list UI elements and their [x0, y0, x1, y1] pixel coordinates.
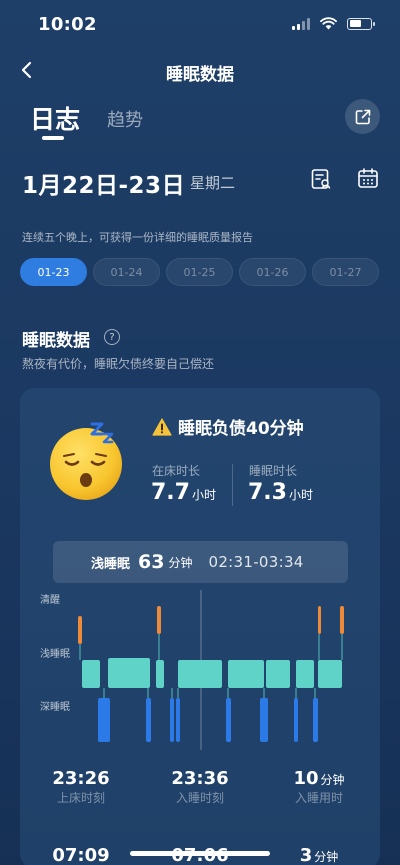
- metric-label: 上床时刻: [56, 791, 105, 805]
- sleep-debt-warning: 睡眠负债40分钟: [152, 414, 304, 439]
- metric-value: 23:36: [171, 768, 229, 789]
- home-indicator[interactable]: [130, 851, 270, 856]
- metric-bedtime: 23:26 上床时刻: [22, 768, 140, 806]
- metric-label: 入睡时刻: [175, 791, 224, 805]
- awake-segment: [157, 606, 161, 634]
- sleeping-face-icon: [50, 422, 122, 500]
- awake-segment: [78, 616, 82, 644]
- metric-value: 3 分钟: [299, 845, 339, 865]
- metric-value: 10 分钟: [293, 768, 345, 789]
- tooltip-unit: 分钟: [168, 555, 193, 570]
- light-sleep-segment: [108, 658, 150, 688]
- metric-awake-duration: 3 分钟: [260, 845, 378, 865]
- page-title: 睡眠数据: [166, 65, 234, 85]
- share-button[interactable]: [345, 99, 380, 134]
- in-bed-value: 7.7 小时: [151, 480, 216, 505]
- date-chip[interactable]: 01-23: [20, 258, 87, 286]
- deep-sleep-segments: [98, 698, 318, 742]
- light-sleep-segment: [266, 660, 290, 688]
- in-bed-label: 在床时长: [152, 464, 201, 478]
- sleep-debt-text: 睡眠负债40分钟: [178, 419, 304, 439]
- deep-sleep-segment: [294, 698, 298, 742]
- deep-sleep-segment: [176, 698, 180, 742]
- light-sleep-segment: [318, 660, 342, 688]
- tab-trend[interactable]: 趋势: [107, 106, 143, 132]
- sleep-report-icon[interactable]: [310, 168, 332, 190]
- light-sleep-segment: [178, 660, 222, 688]
- section-subtitle: 熬夜有代价，睡眠欠债终要自己偿还: [22, 357, 215, 371]
- deep-sleep-segment: [226, 698, 231, 742]
- light-sleep-segment: [296, 660, 314, 688]
- awake-segment: [340, 606, 344, 634]
- awake-segments: [78, 606, 344, 644]
- metric-label: 入睡用时: [294, 791, 343, 805]
- status-bar: 10:02: [0, 0, 400, 50]
- status-time: 10:02: [38, 14, 97, 35]
- status-icons: [292, 17, 375, 30]
- date-chip[interactable]: 01-27: [312, 258, 379, 286]
- stage-tooltip: 浅睡眠 63 分钟 02:31-03:34: [53, 541, 348, 583]
- light-sleep-segments: [82, 658, 342, 688]
- awake-segment: [318, 606, 321, 634]
- metric-value: 07:09: [52, 845, 110, 865]
- in-bed-number: 7.7: [151, 480, 190, 505]
- date-chip[interactable]: 01-24: [93, 258, 160, 286]
- deep-sleep-segment: [98, 698, 110, 742]
- cellular-signal-icon: [292, 17, 310, 30]
- asleep-number: 7.3: [248, 480, 287, 505]
- deep-sleep-segment: [146, 698, 151, 742]
- asleep-unit: 小时: [288, 488, 313, 502]
- sleep-hypnogram[interactable]: [78, 590, 368, 750]
- help-icon[interactable]: ?: [104, 329, 120, 345]
- tab-active-indicator: [42, 136, 64, 140]
- date-chip[interactable]: 01-26: [239, 258, 306, 286]
- date-chip[interactable]: 01-25: [166, 258, 233, 286]
- date-range: 1月22日-23日: [22, 173, 186, 199]
- weekday: 星期二: [190, 174, 236, 192]
- level-label-awake: 清醒: [40, 595, 60, 606]
- warning-icon: [152, 417, 172, 436]
- section-title: 睡眠数据: [22, 331, 90, 351]
- metric-sleep-onset: 23:36 入睡时刻: [141, 768, 259, 806]
- tooltip-stage: 浅睡眠: [91, 556, 131, 572]
- wifi-icon: [320, 17, 337, 30]
- asleep-label: 睡眠时长: [249, 464, 298, 478]
- report-hint: 连续五个晚上，可获得一份详细的睡眠质量报告: [22, 231, 253, 244]
- share-icon: [355, 109, 370, 124]
- calendar-icon[interactable]: [357, 167, 379, 189]
- date-chip-list: 01-23 01-24 01-25 01-26 01-27: [20, 258, 379, 286]
- in-bed-unit: 小时: [191, 488, 216, 502]
- level-label-deep: 深睡眠: [40, 702, 70, 713]
- battery-icon: [347, 17, 375, 30]
- deep-sleep-segment: [313, 698, 318, 742]
- light-sleep-segment: [228, 660, 264, 688]
- light-sleep-segment: [156, 660, 164, 688]
- tab-journal[interactable]: 日志: [30, 100, 80, 136]
- metric-value: 23:26: [52, 768, 110, 789]
- metric-wake-time: 07:09: [22, 845, 140, 865]
- tooltip-range: 02:31-03:34: [208, 553, 304, 571]
- deep-sleep-segment: [260, 698, 268, 742]
- stat-divider: [232, 464, 233, 506]
- metric-sleep-latency: 10 分钟 入睡用时: [260, 768, 378, 806]
- asleep-value: 7.3 小时: [248, 480, 313, 505]
- light-sleep-segment: [82, 660, 100, 688]
- level-label-light: 浅睡眠: [40, 649, 70, 660]
- deep-sleep-segment: [170, 698, 174, 742]
- tooltip-minutes: 63: [138, 551, 165, 573]
